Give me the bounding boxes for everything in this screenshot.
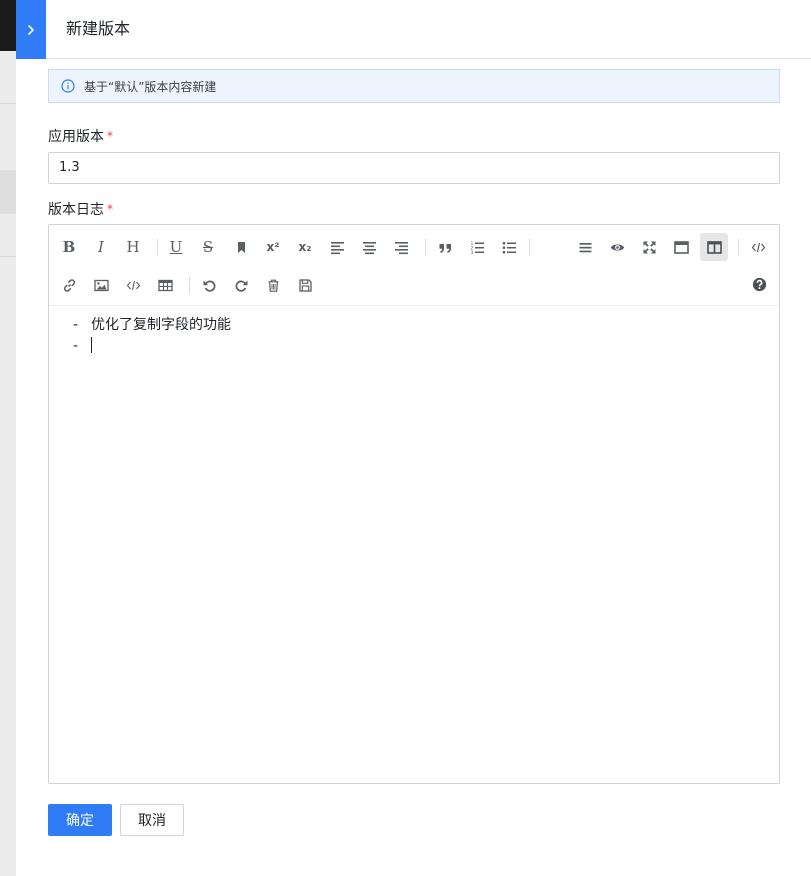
svg-text:3: 3 (470, 250, 473, 255)
text-caret (91, 337, 92, 353)
editor-line: - (73, 336, 779, 357)
list-dash: - (73, 317, 79, 333)
underline-icon[interactable]: U (162, 233, 190, 261)
align-right-icon[interactable] (387, 233, 415, 261)
editor-toolbar: B I H U S x² x₂ 123 (49, 225, 779, 306)
unordered-list-icon[interactable] (495, 233, 523, 261)
list-dash: - (73, 338, 79, 354)
info-alert-text: 基于“默认”版本内容新建 (84, 79, 217, 94)
link-icon[interactable] (55, 271, 83, 299)
code-icon[interactable] (119, 271, 147, 299)
log-field-label: 版本日志 * (48, 199, 113, 219)
ordered-list-icon[interactable]: 123 (463, 233, 491, 261)
chevron-right-icon (28, 24, 34, 35)
align-center-icon[interactable] (355, 233, 383, 261)
background-highlight-row (0, 170, 16, 214)
redo-icon[interactable] (227, 271, 255, 299)
undo-icon[interactable] (195, 271, 223, 299)
save-icon[interactable] (291, 271, 319, 299)
toolbar-divider (189, 277, 190, 293)
background-topbar (0, 0, 16, 51)
table-icon[interactable] (151, 271, 179, 299)
cancel-button[interactable]: 取消 (120, 804, 184, 836)
help-icon[interactable] (745, 270, 773, 298)
bookmark-icon[interactable] (227, 233, 255, 261)
toolbar-divider (425, 239, 426, 255)
toolbar-divider (157, 239, 158, 255)
editor-content[interactable]: - 优化了复制字段的功能 - (49, 307, 779, 357)
strikethrough-icon[interactable]: S (194, 233, 222, 261)
toolbar-divider (738, 239, 739, 255)
italic-icon[interactable]: I (87, 233, 115, 261)
split-view-icon[interactable] (700, 233, 728, 261)
background-page-edge (0, 0, 16, 876)
editor-line-text: 优化了复制字段的功能 (91, 317, 231, 333)
trash-icon[interactable] (259, 271, 287, 299)
html-code-icon[interactable] (744, 233, 772, 261)
quote-icon[interactable] (431, 233, 459, 261)
toolbar-divider (529, 239, 530, 255)
info-alert: 基于“默认”版本内容新建 (48, 69, 780, 103)
info-icon (61, 79, 75, 93)
preview-eye-icon[interactable] (603, 233, 631, 261)
background-divider (0, 103, 16, 104)
new-version-drawer: 新建版本 基于“默认”版本内容新建 应用版本 * 1.3 版本日志 * B I H … (16, 0, 811, 876)
background-divider (0, 256, 16, 257)
bold-icon[interactable]: B (55, 233, 83, 261)
drawer-header: 新建版本 (16, 0, 811, 59)
window-icon[interactable] (667, 233, 695, 261)
version-field-label: 应用版本 * (48, 126, 113, 146)
markdown-editor: B I H U S x² x₂ 123 - 优化了复制字段的功能 - (48, 224, 780, 784)
collapse-drawer-button[interactable] (16, 0, 46, 59)
fullscreen-icon[interactable] (635, 233, 663, 261)
subscript-icon[interactable]: x₂ (291, 233, 319, 261)
log-label-text: 版本日志 (48, 202, 104, 218)
required-marker: * (107, 202, 113, 216)
required-marker: * (107, 129, 113, 143)
editor-line: - 优化了复制字段的功能 (73, 315, 779, 336)
menu-icon[interactable] (571, 233, 599, 261)
heading-icon[interactable]: H (119, 233, 147, 261)
version-label-text: 应用版本 (48, 129, 104, 145)
drawer-title: 新建版本 (66, 19, 131, 38)
align-left-icon[interactable] (323, 233, 351, 261)
superscript-icon[interactable]: x² (259, 233, 287, 261)
confirm-button[interactable]: 确定 (48, 804, 112, 836)
image-icon[interactable] (87, 271, 115, 299)
version-input[interactable]: 1.3 (48, 152, 780, 184)
